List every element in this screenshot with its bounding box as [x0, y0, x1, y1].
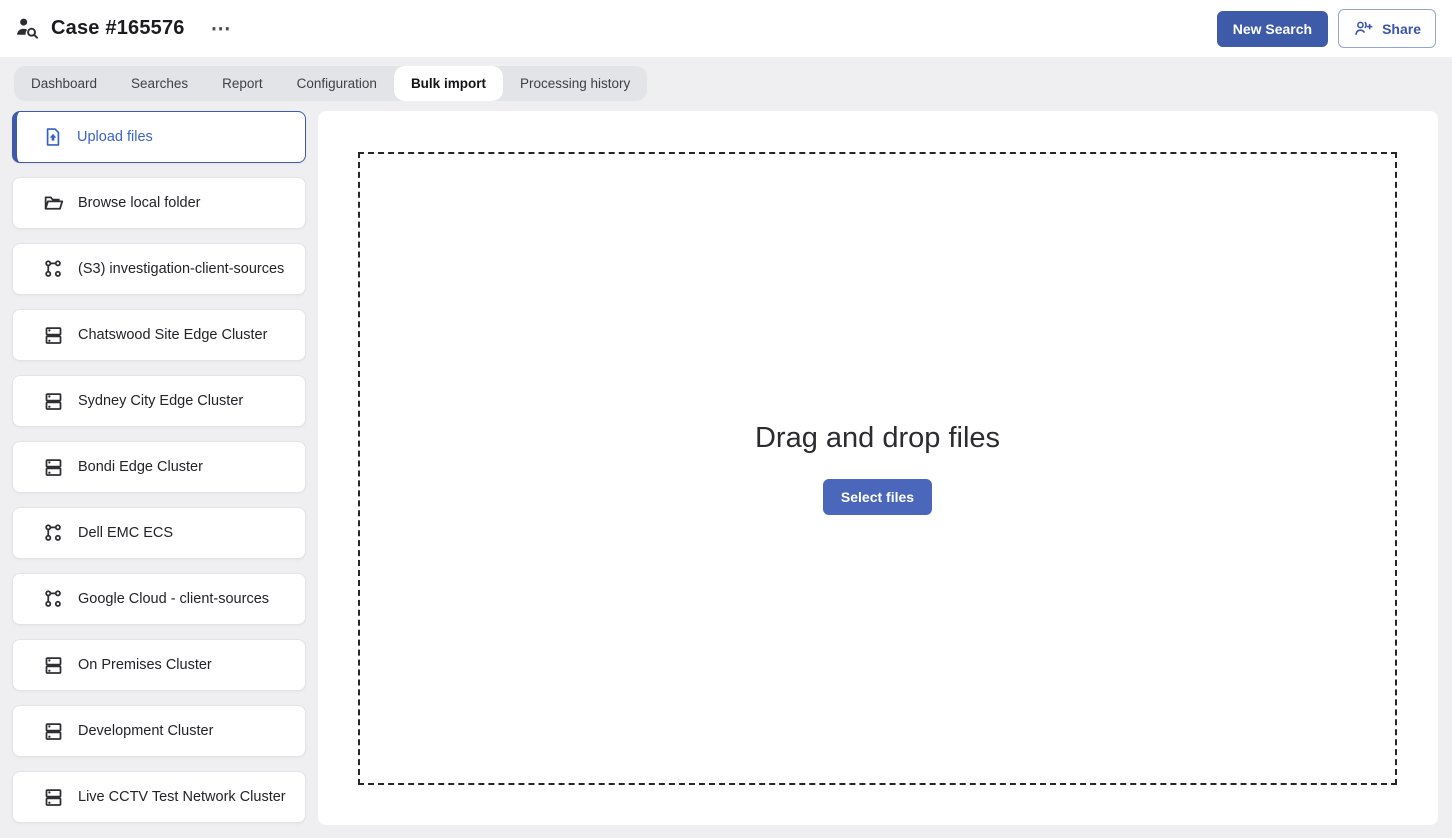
- tab-bulk-import[interactable]: Bulk import: [394, 66, 503, 101]
- server-icon: [43, 787, 64, 808]
- sidebar-item-label: Upload files: [77, 129, 153, 145]
- tab-dashboard[interactable]: Dashboard: [14, 66, 114, 101]
- sidebar-item-live-cctv-test-network-cluster[interactable]: Live CCTV Test Network Cluster: [12, 771, 306, 823]
- sidebar-item-label: Development Cluster: [78, 723, 213, 739]
- tabbar-wrap: Dashboard Searches Report Configuration …: [0, 57, 1452, 101]
- sidebar-item-label: Sydney City Edge Cluster: [78, 393, 243, 409]
- server-icon: [43, 391, 64, 412]
- sidebar-item-s3-investigation-client-sources[interactable]: (S3) investigation-client-sources: [12, 243, 306, 295]
- tab-processing-history[interactable]: Processing history: [503, 66, 647, 101]
- tab-configuration[interactable]: Configuration: [280, 66, 394, 101]
- sidebar-item-on-premises-cluster[interactable]: On Premises Cluster: [12, 639, 306, 691]
- sidebar-item-label: Live CCTV Test Network Cluster: [78, 789, 286, 805]
- sidebar-item-label: On Premises Cluster: [78, 657, 212, 673]
- share-button-label: Share: [1382, 21, 1421, 37]
- sidebar-item-label: Bondi Edge Cluster: [78, 459, 203, 475]
- tab-searches[interactable]: Searches: [114, 66, 205, 101]
- sidebar-item-label: (S3) investigation-client-sources: [78, 261, 284, 277]
- import-sources-sidebar: Upload files Browse local folder (S3) in…: [12, 111, 306, 825]
- server-icon: [43, 655, 64, 676]
- more-options-button[interactable]: ⋯: [207, 15, 237, 43]
- server-icon: [43, 457, 64, 478]
- person-search-icon: [14, 15, 41, 42]
- folder-open-icon: [43, 193, 64, 214]
- page-title: Case #165576: [51, 17, 185, 40]
- nodes-icon: [43, 589, 64, 610]
- tab-report[interactable]: Report: [205, 66, 280, 101]
- nodes-icon: [43, 259, 64, 280]
- sidebar-item-label: Dell EMC ECS: [78, 525, 173, 541]
- select-files-button[interactable]: Select files: [823, 479, 932, 515]
- file-dropzone[interactable]: Drag and drop files Select files: [358, 152, 1397, 785]
- new-search-button[interactable]: New Search: [1217, 11, 1328, 47]
- sidebar-item-label: Chatswood Site Edge Cluster: [78, 327, 267, 343]
- header-actions: New Search Share: [1217, 9, 1436, 48]
- sidebar-item-upload-files[interactable]: Upload files: [12, 111, 306, 163]
- tabbar: Dashboard Searches Report Configuration …: [14, 66, 647, 101]
- sidebar-item-label: Browse local folder: [78, 195, 201, 211]
- sidebar-item-sydney-city-edge-cluster[interactable]: Sydney City Edge Cluster: [12, 375, 306, 427]
- upload-panel: Drag and drop files Select files: [318, 111, 1438, 825]
- share-button[interactable]: Share: [1338, 9, 1436, 48]
- sidebar-item-google-cloud-client-sources[interactable]: Google Cloud - client-sources: [12, 573, 306, 625]
- sidebar-item-development-cluster[interactable]: Development Cluster: [12, 705, 306, 757]
- server-icon: [43, 325, 64, 346]
- nodes-icon: [43, 523, 64, 544]
- sidebar-item-browse-local-folder[interactable]: Browse local folder: [12, 177, 306, 229]
- server-icon: [43, 721, 64, 742]
- sidebar-item-chatswood-site-edge-cluster[interactable]: Chatswood Site Edge Cluster: [12, 309, 306, 361]
- dropzone-title: Drag and drop files: [755, 422, 1000, 455]
- content: Upload files Browse local folder (S3) in…: [0, 111, 1452, 825]
- header-left: Case #165576 ⋯: [12, 15, 237, 43]
- file-upload-icon: [43, 127, 63, 147]
- header: Case #165576 ⋯ New Search Share: [0, 0, 1452, 57]
- sidebar-item-dell-emc-ecs[interactable]: Dell EMC ECS: [12, 507, 306, 559]
- sidebar-item-bondi-edge-cluster[interactable]: Bondi Edge Cluster: [12, 441, 306, 493]
- sidebar-item-label: Google Cloud - client-sources: [78, 591, 269, 607]
- person-add-icon: [1353, 18, 1374, 39]
